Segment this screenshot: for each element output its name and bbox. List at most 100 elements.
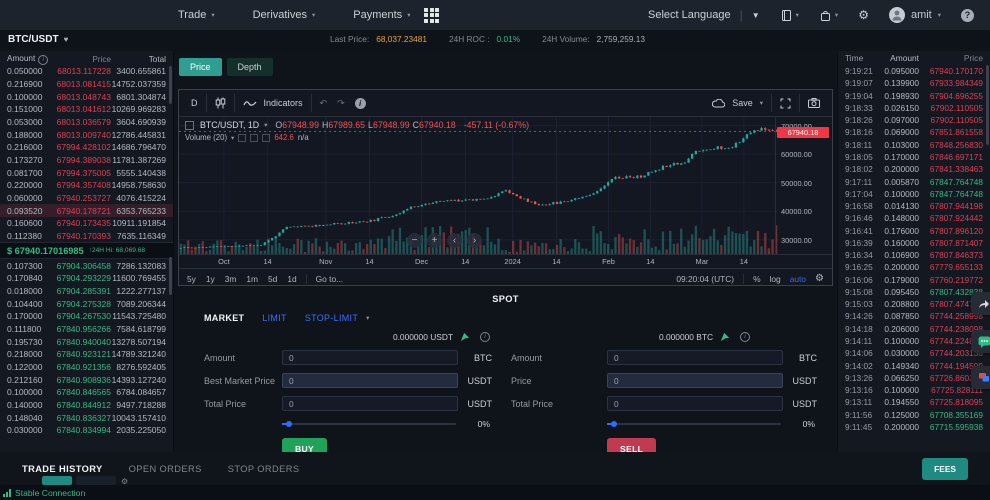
range-3m[interactable]: 3m [225,274,237,284]
help-icon[interactable]: ? [961,9,974,22]
buy-total-price-input[interactable]: 0 [282,396,458,411]
range-1m[interactable]: 1m [246,274,258,284]
sell-total-price-input[interactable]: 0 [607,396,783,411]
clock[interactable]: 09:20:04 (UTC) [676,274,734,284]
orderbook-row[interactable]: 0.17084067904.29322911600.769455 [0,272,173,285]
save-layout-button[interactable]: Save ▾ [704,94,772,112]
close-mini-icon[interactable] [262,134,270,142]
compare-floating-button[interactable] [971,366,990,389]
undo-icon[interactable]: ↶ [320,98,328,109]
symbol-legend[interactable]: BTC/USDT, 1D ▾ O67948.99H67989.65L67948.… [185,120,529,130]
orderbook-row[interactable]: 0.10000067840.8465656784.084657 [0,386,173,399]
orderbook-row[interactable]: 0.18800068013.00974012786.445831 [0,128,173,141]
settings-mini-icon[interactable] [250,134,258,142]
orderbook-row[interactable]: 0.21690068013.08141514752.037359 [0,78,173,91]
range-5y[interactable]: 5y [187,274,196,284]
toggle-icon[interactable] [238,134,246,142]
order-type-tab-market[interactable]: MARKET [204,313,244,323]
info-icon[interactable]: i [480,332,490,342]
wallet-button[interactable]: ▾ [819,9,838,22]
price-axis[interactable]: 70000.0060000.0050000.0040000.0030000.00… [775,117,832,254]
bids-scrollbar[interactable] [169,257,172,295]
sell-amount-slider[interactable] [607,423,781,425]
apps-grid-icon[interactable] [424,8,439,23]
chat-floating-button[interactable] [971,330,990,353]
orderbook-row[interactable]: 0.11238067940.1703937635.116349 [0,230,173,243]
scroll-right-button[interactable]: › [467,233,482,248]
range-1d[interactable]: 1d [287,274,296,284]
orderbook-row[interactable]: 0.21600067994.42810214686.796470 [0,141,173,154]
price-view-button[interactable]: Price [179,58,222,76]
language-selector[interactable]: Select Language | ▼ [648,8,760,22]
orderbook-row[interactable]: 0.12200067840.9213568276.592405 [0,361,173,374]
nav-menu-trade[interactable]: Trade▾ [178,9,215,21]
orderbook-row[interactable]: 0.17000067904.26753011543.725480 [0,310,173,323]
buy-best-market-price-input[interactable]: 0 [282,373,458,388]
info-icon[interactable]: i [38,55,48,65]
cutoff-widget[interactable] [76,476,116,485]
zoom-in-button[interactable]: + [427,233,442,248]
info-icon[interactable]: i [740,332,750,342]
info-icon[interactable]: i [355,98,366,109]
cursor-icon[interactable] [720,332,730,342]
zoom-out-button[interactable]: − [407,233,422,248]
orderbook-row[interactable]: 0.10730067904.3064587286.132083 [0,259,173,272]
nav-menu-derivatives[interactable]: Derivatives▾ [253,9,316,21]
orderbook-row[interactable]: 0.06000067940.2537274076.415224 [0,192,173,205]
log-scale-button[interactable]: log [770,274,781,284]
user-menu[interactable]: amit ▾ [889,7,941,23]
orderbook-row[interactable]: 0.21800067840.92312114789.321240 [0,348,173,361]
orderbook-row[interactable]: 0.10000068013.0487436801.304874 [0,90,173,103]
redo-icon[interactable]: ↷ [337,98,345,109]
favorite-heart-icon[interactable]: ♥ [64,35,69,44]
indicators-button[interactable]: Indicators [235,94,312,112]
buy-amount-input[interactable]: 0 [282,350,458,365]
interval-button[interactable]: D [183,94,207,112]
candle-style-button[interactable] [207,94,235,112]
snapshot-button[interactable] [800,94,828,112]
cursor-icon[interactable] [460,332,470,342]
orderbook-row[interactable]: 0.14804067840.83632710043.157410 [0,411,173,424]
buy-amount-slider[interactable] [282,423,456,425]
percent-scale-button[interactable]: % [753,274,760,284]
orderbook-row[interactable]: 0.16060067940.17343510911.191854 [0,217,173,230]
orderbook-row[interactable]: 0.10440067904.2753287089.206344 [0,297,173,310]
orders-ledger-button[interactable]: ▾ [780,9,799,22]
settings-button[interactable]: ⚙ [858,8,869,22]
orderbook-row[interactable]: 0.22000067994.35740814958.758630 [0,179,173,192]
order-type-tab-limit[interactable]: LIMIT [262,313,287,323]
share-floating-button[interactable] [971,292,990,315]
orderbook-row[interactable]: 0.14000067840.8449129497.718288 [0,399,173,412]
volume-legend[interactable]: Volume (20) ▾ 642.6 n/a [185,133,309,142]
orderbook-row[interactable]: 0.09352067940.1787216353.765233 [0,204,173,217]
nav-menu-payments[interactable]: Payments▾ [353,9,410,21]
range-1y[interactable]: 1y [206,274,215,284]
sell-amount-input[interactable]: 0 [607,350,783,365]
orderbook-row[interactable]: 0.05300068013.0365793604.690939 [0,116,173,129]
cutoff-widget[interactable] [42,476,72,485]
orderbook-row[interactable]: 0.01800067904.2853911222.277137 [0,285,173,298]
orderbook-row[interactable]: 0.08170067994.3750055555.140438 [0,166,173,179]
orderbook-row[interactable]: 0.15100068013.04161210269.969283 [0,103,173,116]
orderbook-row[interactable]: 0.05000068013.1172283400.655861 [0,65,173,78]
orders-tab-open-orders[interactable]: OPEN ORDERS [129,464,202,474]
order-type-tab-stop-limit[interactable]: STOP-LIMIT [305,313,358,323]
orderbook-row[interactable]: 0.17327067994.38903811781.387269 [0,154,173,167]
orders-tab-stop-orders[interactable]: STOP ORDERS [228,464,300,474]
fees-button[interactable]: FEES [922,458,968,480]
pair-selector[interactable]: BTC/USDT ♥ [8,34,68,45]
orders-tab-trade-history[interactable]: TRADE HISTORY [22,464,103,474]
goto-button[interactable]: Go to... [316,274,343,284]
range-5d[interactable]: 5d [268,274,277,284]
trades-scrollbar[interactable] [986,65,989,145]
orderbook-row[interactable]: 0.19573067840.94004013278.507194 [0,335,173,348]
scroll-left-button[interactable]: ‹ [447,233,462,248]
axis-settings-gear-icon[interactable]: ⚙ [815,273,824,284]
fullscreen-button[interactable] [772,94,800,112]
asks-scrollbar[interactable] [169,66,172,104]
orderbook-row[interactable]: 0.21216067840.90893614393.127240 [0,373,173,386]
time-axis[interactable]: Oct14Nov14Dec14202414Feb14Mar14 [179,254,832,268]
orderbook-row[interactable]: 0.03000067840.8349942035.225050 [0,424,173,437]
auto-scale-button[interactable]: auto [790,274,806,284]
orderbook-row[interactable]: 0.11180067840.9562667584.618799 [0,323,173,336]
